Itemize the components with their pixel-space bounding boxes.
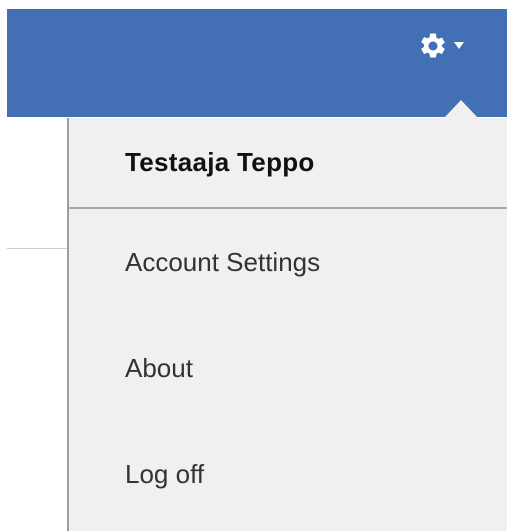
menu-item-log-off[interactable]: Log off (69, 421, 507, 527)
settings-menu-button[interactable] (405, 24, 477, 68)
user-name: Testaaja Teppo (125, 147, 315, 177)
dropdown-caret (444, 100, 478, 118)
menu-item-about[interactable]: About (69, 315, 507, 421)
chevron-down-icon (454, 42, 464, 49)
gear-icon (421, 33, 445, 58)
dropdown-header: Testaaja Teppo (69, 118, 507, 209)
divider (7, 248, 68, 249)
menu-item-account-settings[interactable]: Account Settings (69, 209, 507, 315)
page: Testaaja Teppo Account Settings About Lo… (0, 0, 507, 531)
user-dropdown-menu: Testaaja Teppo Account Settings About Lo… (67, 118, 507, 531)
